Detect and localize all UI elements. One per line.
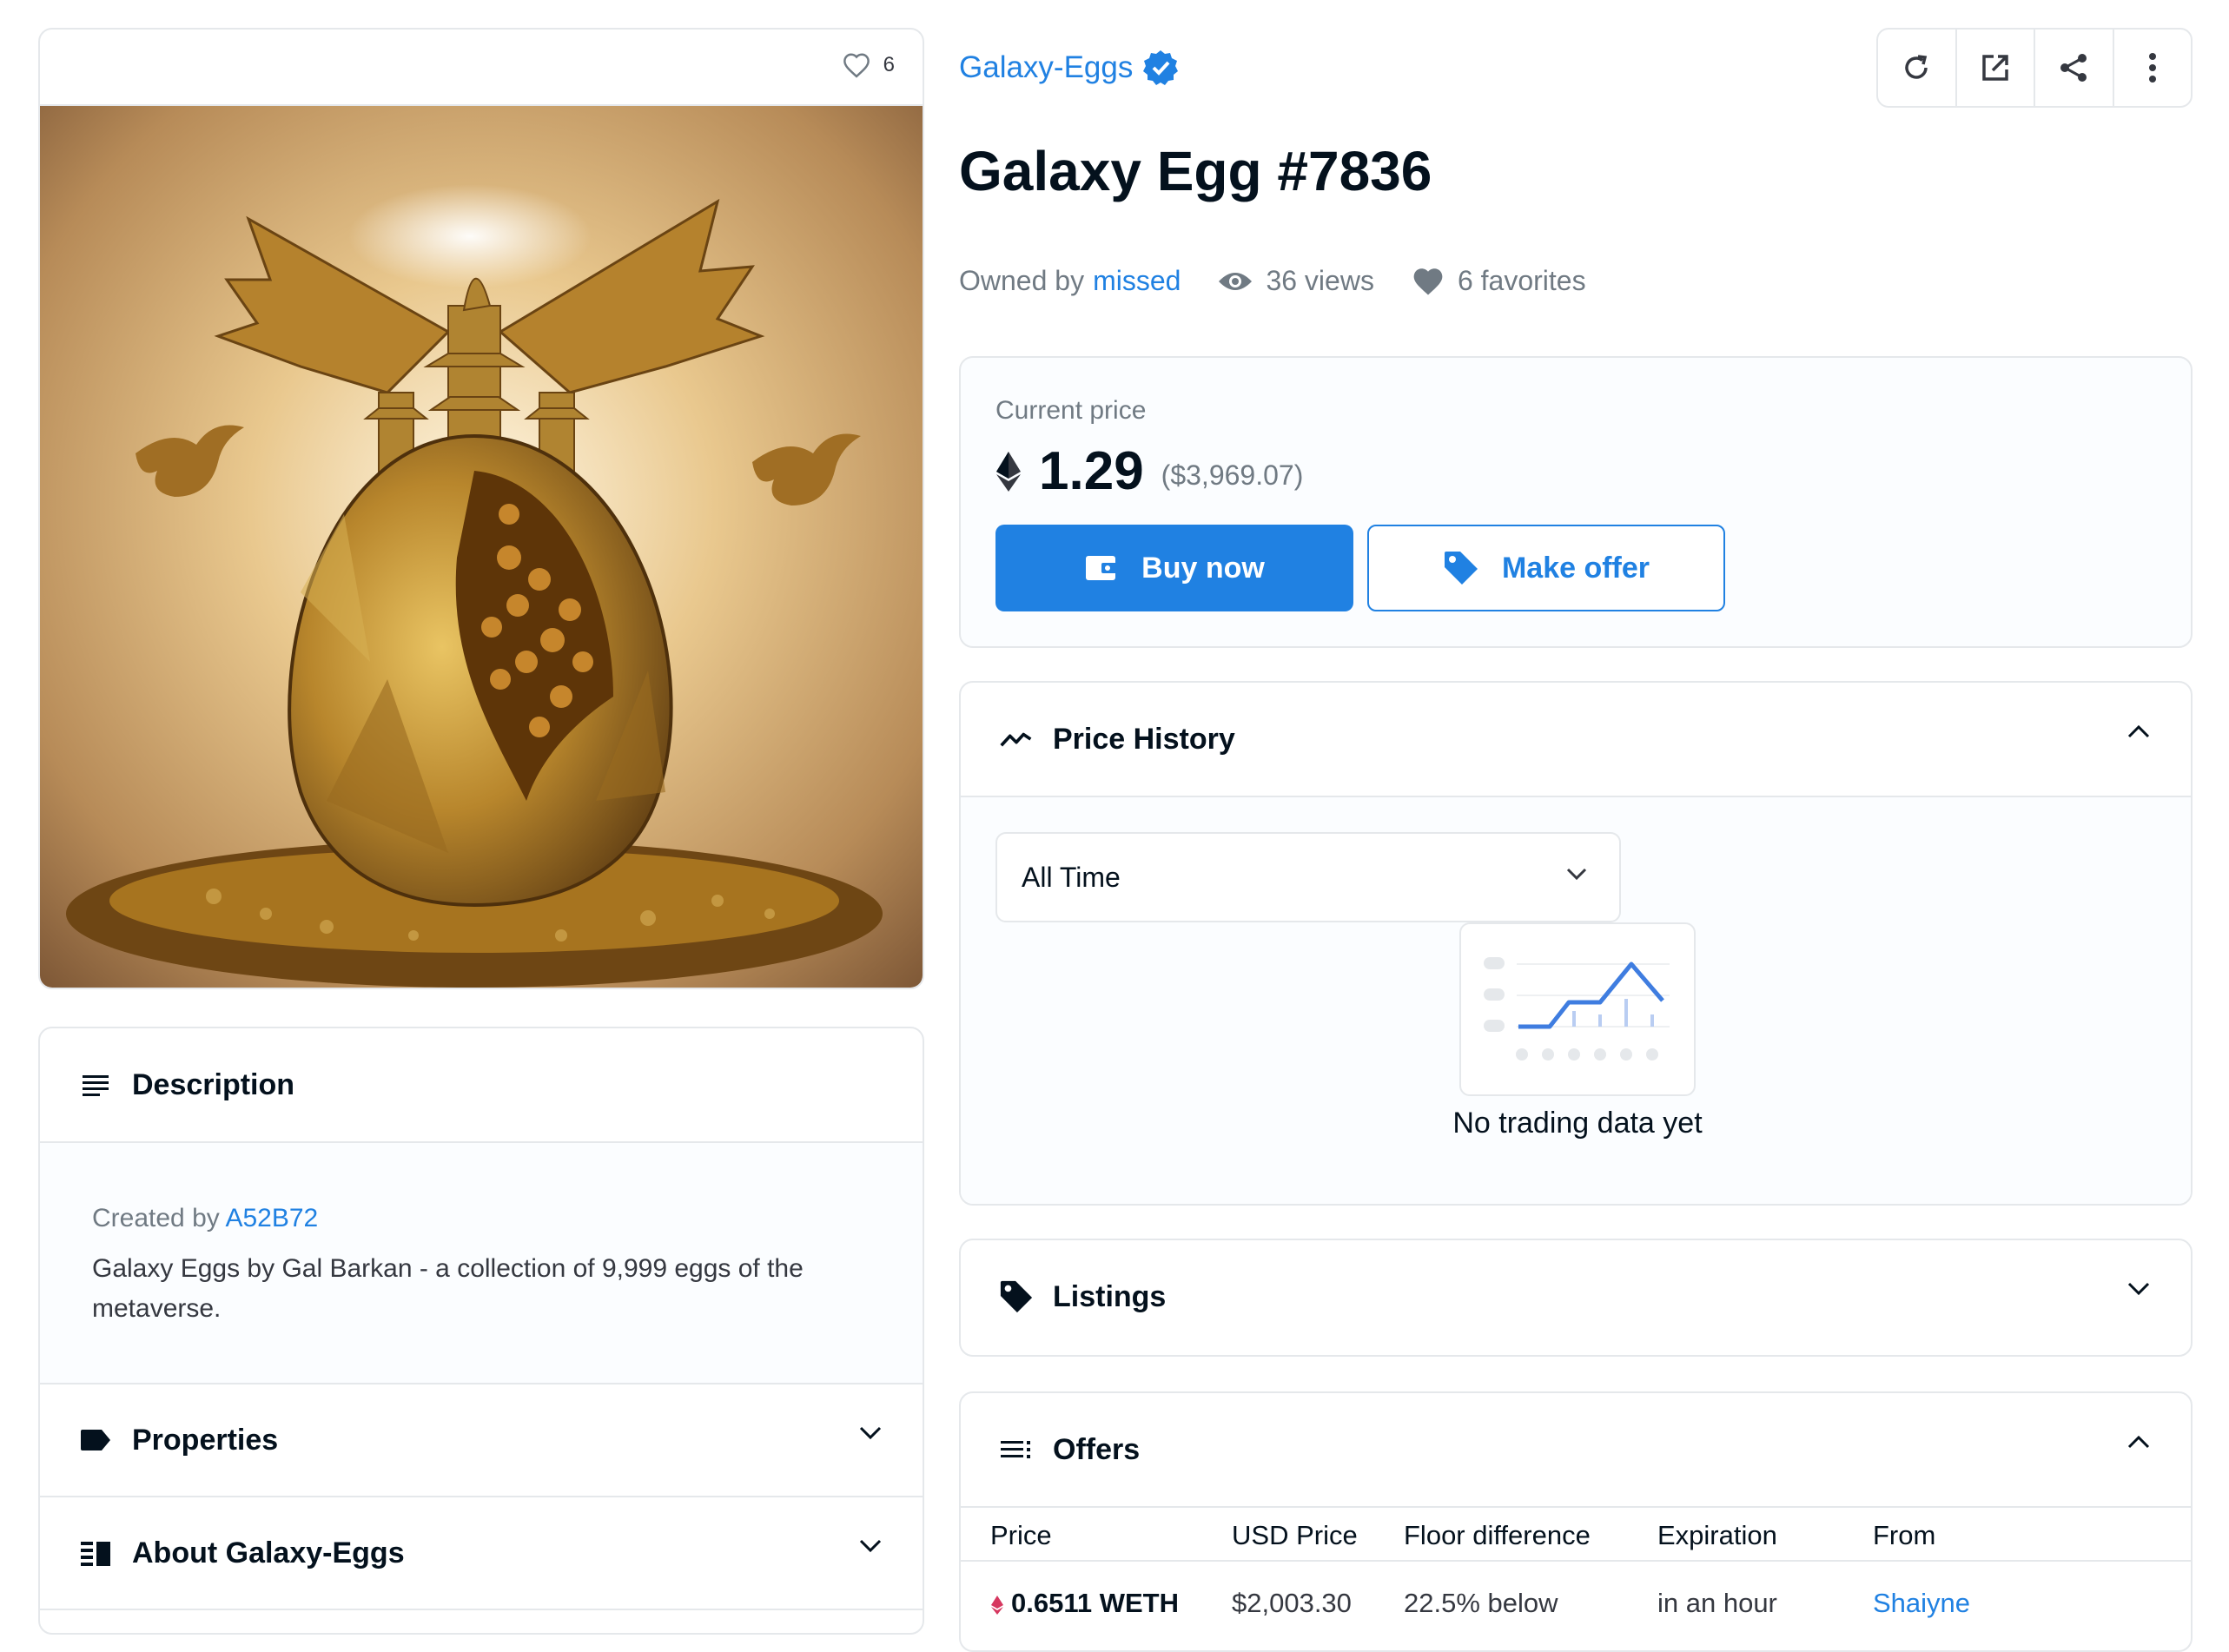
chevron-down-icon — [2126, 1281, 2151, 1297]
ethereum-icon — [995, 451, 1022, 492]
chevron-up-icon — [2126, 724, 2151, 739]
favorite-button[interactable]: 6 — [842, 52, 895, 78]
views-stat: 36 views — [1217, 265, 1374, 297]
refresh-button[interactable] — [1878, 30, 1957, 106]
verified-badge-icon — [1141, 49, 1180, 87]
description-panel: Description Created by A52B72 Galaxy Egg… — [38, 1027, 924, 1635]
offers-table-header: Price USD Price Floor difference Expirat… — [961, 1506, 2191, 1562]
offer-floor-difference: 22.5% below — [1404, 1588, 1558, 1618]
open-external-icon — [1978, 50, 2013, 85]
column-header-price: Price — [990, 1520, 1052, 1550]
collection-name: Galaxy-Eggs — [959, 50, 1134, 84]
price-value: 1.29 — [1039, 441, 1144, 501]
properties-header[interactable]: Properties — [40, 1384, 923, 1497]
open-external-button[interactable] — [1957, 30, 2035, 106]
make-offer-label: Make offer — [1501, 551, 1650, 585]
item-stats-row: Owned by missed 36 views 6 favorites — [959, 265, 1586, 297]
nft-image-card: 6 — [38, 28, 924, 989]
created-by-label: Created by — [92, 1204, 220, 1232]
price-history-title: Price History — [1053, 722, 1235, 756]
buy-now-label: Buy now — [1141, 551, 1265, 585]
offers-panel: Offers Price USD Price Floor difference … — [959, 1391, 2193, 1652]
chevron-down-icon — [858, 1425, 883, 1441]
listings-header[interactable]: Listings — [961, 1240, 2191, 1353]
time-range-select[interactable]: All Time — [995, 832, 1621, 922]
current-price-label: Current price — [995, 396, 1147, 425]
heart-outline-icon — [842, 52, 871, 78]
make-offer-button[interactable]: Make offer — [1367, 525, 1725, 611]
favorites-stat: 6 favorites — [1411, 265, 1586, 297]
share-button[interactable] — [2035, 30, 2114, 106]
nft-artwork[interactable] — [40, 106, 923, 988]
description-title: Description — [132, 1067, 295, 1101]
price-panel: Current price 1.29 ($3,969.07) Buy now M… — [959, 356, 2193, 648]
offer-usd-price: $2,003.30 — [1232, 1588, 1352, 1618]
column-header-expiration: Expiration — [1657, 1520, 1777, 1550]
chevron-down-icon — [858, 1538, 883, 1554]
about-collection-header[interactable]: About Galaxy-Eggs — [40, 1497, 923, 1610]
price-usd: ($3,969.07) — [1161, 459, 1304, 491]
description-body: Created by A52B72 Galaxy Eggs by Gal Bar… — [40, 1141, 923, 1384]
offers-list-icon — [999, 1432, 1034, 1467]
wallet-icon — [1084, 552, 1119, 584]
column-header-usd-price: USD Price — [1232, 1520, 1358, 1550]
views-count: 36 views — [1266, 265, 1374, 296]
list-icon — [78, 1067, 113, 1102]
offers-header[interactable]: Offers — [961, 1393, 2191, 1506]
chevron-down-icon — [1565, 867, 1588, 881]
favorites-count-label: 6 favorites — [1457, 265, 1586, 296]
price-history-panel: Price History All Time No trading data y… — [959, 681, 2193, 1206]
eye-icon — [1217, 269, 1253, 294]
column-header-from: From — [1873, 1520, 1936, 1550]
listings-panel: Listings — [959, 1239, 2193, 1357]
about-title: About Galaxy-Eggs — [132, 1536, 405, 1569]
item-action-group — [1876, 28, 2193, 108]
creator-link[interactable]: A52B72 — [225, 1204, 318, 1232]
item-title: Galaxy Egg #7836 — [959, 140, 1432, 202]
empty-chart-illustration — [1459, 922, 1696, 1096]
price-row: 1.29 ($3,969.07) — [995, 440, 1303, 502]
share-icon — [2056, 50, 2091, 85]
time-range-value: All Time — [1022, 861, 1121, 893]
chevron-up-icon — [2126, 1434, 2151, 1450]
more-options-button[interactable] — [2114, 30, 2192, 106]
image-topbar: 6 — [40, 30, 923, 106]
no-trading-data-text: No trading data yet — [1452, 1107, 1703, 1140]
price-history-header[interactable]: Price History — [961, 683, 2191, 796]
favorites-count: 6 — [883, 53, 895, 76]
offer-price: 0.6511 WETH — [990, 1588, 1179, 1619]
offers-title: Offers — [1053, 1432, 1141, 1466]
offer-expiration: in an hour — [1657, 1588, 1777, 1618]
owner-link[interactable]: missed — [1093, 265, 1181, 297]
trend-line-icon — [999, 722, 1034, 757]
vertical-split-icon — [78, 1536, 113, 1570]
offer-from-link[interactable]: Shaiyne — [1873, 1588, 1970, 1619]
description-text: Galaxy Eggs by Gal Barkan - a collection… — [92, 1254, 804, 1323]
tag-label-icon — [78, 1423, 113, 1457]
buy-now-button[interactable]: Buy now — [995, 525, 1353, 611]
properties-title: Properties — [132, 1423, 279, 1457]
listings-title: Listings — [1053, 1279, 1167, 1313]
heart-icon — [1411, 266, 1445, 297]
refresh-icon — [1899, 50, 1934, 85]
column-header-floor-difference: Floor difference — [1404, 1520, 1591, 1550]
owned-by-label: Owned by — [959, 265, 1085, 296]
price-history-body: All Time No trading data yet — [961, 796, 2191, 1204]
collection-link[interactable]: Galaxy-Eggs — [959, 49, 1180, 87]
created-by-line: Created by A52B72 — [92, 1204, 870, 1233]
table-row[interactable]: 0.6511 WETH $2,003.30 22.5% below in an … — [961, 1562, 2191, 1631]
tag-icon — [999, 1279, 1034, 1314]
description-header[interactable]: Description — [40, 1028, 923, 1141]
tag-icon — [1443, 550, 1479, 586]
more-vertical-icon — [2147, 52, 2158, 83]
